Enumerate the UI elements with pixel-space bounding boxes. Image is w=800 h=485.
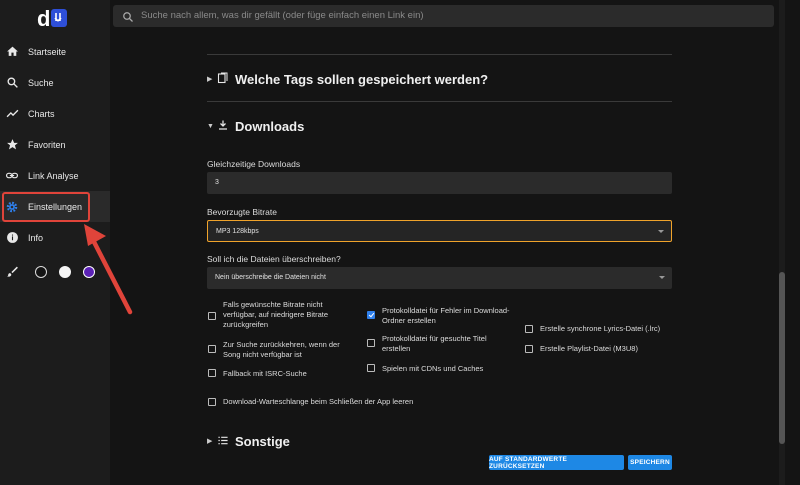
overwrite-select[interactable]: Nein überschreibe die Dateien nicht: [207, 267, 672, 289]
sidebar-item-home[interactable]: Startseite: [0, 36, 110, 67]
search-bar[interactable]: Suche nach allem, was dir gefällt (oder …: [113, 5, 774, 27]
brush-icon: [6, 265, 19, 283]
checkbox-label: Fallback mit ISRC-Suche: [223, 369, 307, 378]
bitrate-value: MP3 128kbps: [216, 228, 259, 235]
concurrent-downloads-input[interactable]: 3: [207, 172, 672, 194]
checkbox-fallback-bitrate[interactable]: [208, 312, 216, 320]
checkbox-lrc[interactable]: [525, 325, 533, 333]
checkbox-m3u8[interactable]: [525, 345, 533, 353]
logo-letter: d: [37, 6, 50, 31]
trending-icon: [5, 107, 19, 121]
checkbox-isrc-fallback[interactable]: [208, 369, 216, 377]
list-icon: [217, 433, 229, 451]
checkbox-label: Protokolldatei für gesuchte Titel erstel…: [382, 334, 487, 353]
bitrate-select[interactable]: MP3 128kbps: [207, 220, 672, 242]
sidebar-item-charts[interactable]: Charts: [0, 98, 110, 129]
sidebar-item-label: Suche: [28, 77, 54, 88]
info-icon: [5, 231, 19, 245]
search-input[interactable]: Suche nach allem, was dir gefällt (oder …: [141, 10, 424, 21]
link-icon: [5, 169, 19, 183]
checkbox-label: Download-Warteschlange beim Schließen de…: [223, 397, 414, 406]
checkbox-label: Falls gewünschte Bitrate nicht verfügbar…: [223, 300, 329, 329]
home-icon: [5, 45, 19, 59]
scrollbar-thumb[interactable]: [779, 272, 785, 444]
chevron-down-icon: [659, 276, 665, 279]
sidebar-item-label: Link Analyse: [28, 170, 79, 181]
sidebar-item-label: Startseite: [28, 46, 67, 57]
bookmark-icon: [217, 71, 229, 89]
bitrate-label: Bevorzugte Bitrate: [207, 207, 277, 217]
checkbox-label: Protokolldatei für Fehler im Download-Or…: [382, 306, 510, 325]
checkbox-clear-queue[interactable]: [208, 398, 216, 406]
checkbox-back-to-search[interactable]: [208, 345, 216, 353]
annotation-highlight-box: [2, 192, 90, 222]
section-divider: [207, 54, 672, 55]
caret-right-icon: ▶: [207, 76, 213, 83]
download-icon: [217, 118, 229, 136]
checkbox-label: Erstelle Playlist-Datei (M3U8): [540, 344, 638, 353]
section-title: Sonstige: [235, 433, 290, 449]
search-icon: [122, 10, 134, 28]
section-title: Welche Tags sollen gespeichert werden?: [235, 71, 489, 87]
search-icon: [5, 76, 19, 90]
checkbox-error-log[interactable]: [367, 311, 375, 319]
caret-right-icon: ▶: [207, 438, 213, 445]
section-divider: [207, 101, 672, 102]
chevron-down-icon: [658, 230, 664, 233]
overwrite-value: Nein überschreibe die Dateien nicht: [215, 274, 326, 281]
star-icon: [5, 138, 19, 152]
overwrite-label: Soll ich die Dateien überschreiben?: [207, 254, 341, 264]
checkbox-label: Erstelle synchrone Lyrics-Datei (.lrc): [540, 324, 661, 333]
checkbox-cdn-caches[interactable]: [367, 364, 375, 372]
concurrent-downloads-value: 3: [215, 179, 219, 186]
save-button[interactable]: SPEICHERN: [628, 455, 672, 470]
sidebar-item-label: Charts: [28, 108, 55, 119]
app-logo[interactable]: d: [36, 5, 70, 31]
section-title: Downloads: [235, 118, 305, 134]
sidebar-item-label: Info: [28, 232, 44, 243]
sidebar-item-label: Favoriten: [28, 139, 66, 150]
checkbox-label: Spielen mit CDNs und Caches: [382, 364, 484, 373]
sidebar-item-search[interactable]: Suche: [0, 67, 110, 98]
sidebar-item-favorites[interactable]: Favoriten: [0, 129, 110, 160]
concurrent-downloads-label: Gleichzeitige Downloads: [207, 159, 301, 169]
sidebar-item-link-analysis[interactable]: Link Analyse: [0, 160, 110, 191]
checkbox-searched-log[interactable]: [367, 339, 375, 347]
checkbox-label: Zur Suche zurückkehren, wenn der Song ni…: [223, 340, 340, 359]
reset-defaults-button[interactable]: AUF STANDARDWERTE ZURÜCKSETZEN: [489, 455, 624, 470]
annotation-arrow-icon: [84, 224, 133, 315]
theme-dark-option[interactable]: [35, 266, 47, 278]
theme-light-option[interactable]: [59, 266, 71, 278]
caret-down-icon: ▼: [207, 122, 214, 130]
